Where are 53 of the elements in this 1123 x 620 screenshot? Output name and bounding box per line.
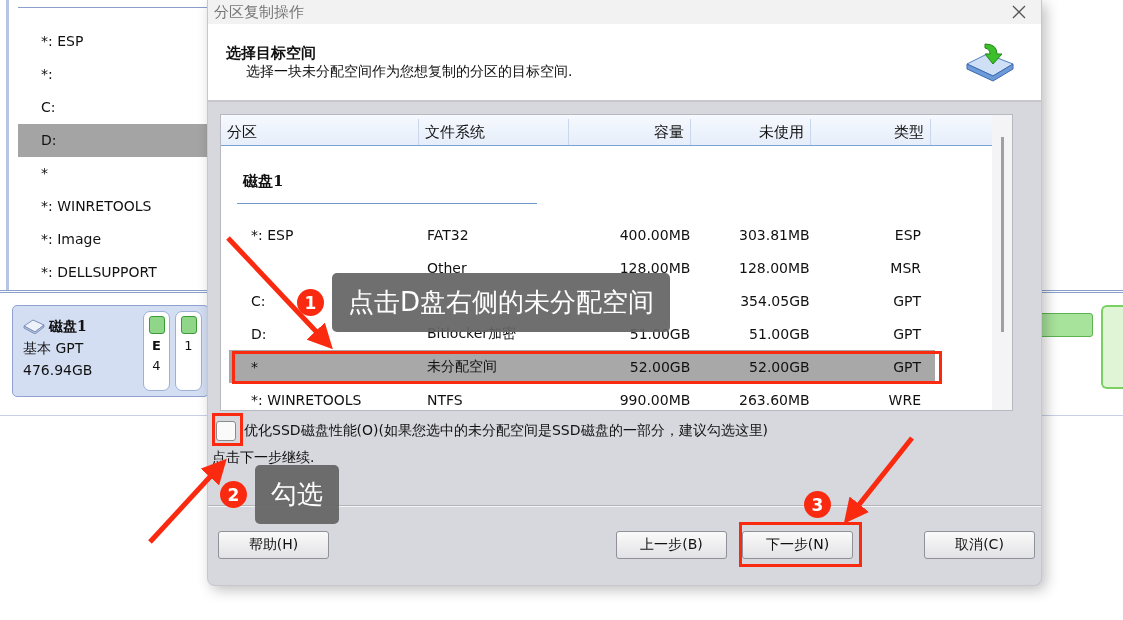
- table-cell: WRE: [888, 391, 921, 408]
- table-cell: 未分配空间: [426, 357, 497, 374]
- table-cell: FAT32: [426, 226, 469, 243]
- window-title: 分区复制操作: [214, 2, 304, 22]
- checkbox-label[interactable]: 优化SSD磁盘性能(O)(如果您选中的未分配空间是SSD磁盘的一部分，建议勾选这里): [244, 422, 768, 440]
- column-header[interactable]: 未使用: [691, 119, 811, 145]
- disk-copy-icon: [965, 42, 1015, 82]
- column-header[interactable]: 分区: [221, 119, 419, 145]
- table-cell: GPT: [893, 292, 921, 309]
- highlight-frame: [212, 413, 243, 446]
- disk-name: 磁盘1: [49, 317, 87, 336]
- partition-row[interactable]: *: ESP FAT32 400.00MB 303.81MB ESP: [229, 218, 935, 251]
- dialog-button[interactable]: 取消(C): [924, 531, 1035, 559]
- table-cell: D:: [251, 325, 267, 342]
- table-cell: MSR: [890, 259, 921, 276]
- table-cell: Other: [426, 259, 467, 276]
- partition-row[interactable]: *: WINRETOOLS NTFS 990.00MB 263.60MB WRE: [229, 383, 935, 410]
- table-cell: 52.00GB: [749, 358, 810, 375]
- close-icon[interactable]: [1011, 4, 1027, 20]
- column-header[interactable]: 文件系统: [419, 119, 569, 145]
- step-description: 选择一块未分配空间作为您想复制的分区的目标空间.: [245, 62, 573, 80]
- partition-tile[interactable]: E 4: [143, 311, 170, 391]
- dialog-button[interactable]: 下一步(N): [742, 531, 853, 559]
- table-cell: 990.00MB: [619, 391, 691, 408]
- step-heading: 选择目标空间: [226, 44, 317, 62]
- table-cell: 400.00MB: [619, 226, 691, 243]
- table-cell: GPT: [893, 358, 921, 375]
- table-cell: 128.00MB: [738, 259, 810, 276]
- table-cell: GPT: [893, 325, 921, 342]
- disk-group-label: 磁盘1: [241, 171, 284, 191]
- partition-tile[interactable]: 1: [175, 311, 202, 391]
- dialog-button[interactable]: 上一步(B): [616, 531, 727, 559]
- partition-tile[interactable]: [1101, 305, 1123, 389]
- table-cell: 263.60MB: [738, 391, 810, 408]
- column-header[interactable]: 类型: [811, 119, 931, 145]
- disk-style: 基本 GPT: [23, 339, 85, 358]
- table-cell: 51.00GB: [749, 325, 810, 342]
- annotation-tooltip: 勾选: [255, 465, 339, 524]
- table-cell: 354.05GB: [740, 292, 810, 309]
- scrollbar-thumb[interactable]: [1000, 137, 1004, 332]
- table-cell: ESP: [894, 226, 921, 243]
- disk-size: 476.94GB: [23, 361, 94, 380]
- table-cell: *: ESP: [251, 226, 294, 243]
- table-cell: 128.00MB: [619, 259, 691, 276]
- table-cell: 52.00GB: [629, 358, 691, 375]
- table-cell: 303.81MB: [738, 226, 810, 243]
- checkbox[interactable]: [216, 421, 236, 441]
- table-cell: NTFS: [426, 391, 463, 408]
- column-header[interactable]: 容量: [569, 119, 691, 145]
- table-cell: *: WINRETOOLS: [251, 391, 362, 408]
- disk-card[interactable]: 磁盘1 基本 GPT 476.94GB E 4 1: [12, 305, 209, 397]
- table-cell: *: [251, 358, 258, 375]
- dialog-button[interactable]: 帮助(H): [218, 531, 329, 559]
